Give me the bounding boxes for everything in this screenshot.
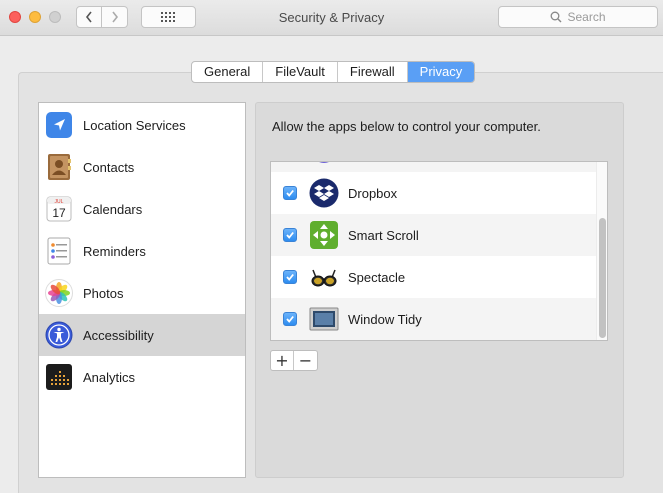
spectacle-checkbox[interactable]: [283, 270, 297, 284]
checkmark-icon: [286, 273, 294, 281]
dropbox-icon: [309, 178, 339, 208]
app-row-spectacle: Spectacle: [271, 256, 597, 298]
checkmark-icon: [286, 315, 294, 323]
photos-flower-icon: [45, 279, 73, 307]
sidebar-item-accessibility[interactable]: Accessibility: [39, 314, 245, 356]
sidebar-item-contacts[interactable]: Contacts: [39, 146, 245, 188]
calendar-month: JUL: [55, 199, 64, 205]
contacts-book-icon: [45, 153, 73, 181]
sidebar-item-label: Accessibility: [83, 327, 154, 343]
app-name: Dropbox: [348, 185, 398, 201]
sidebar-item-label: Photos: [83, 285, 124, 301]
sidebar-item-analytics[interactable]: Analytics: [39, 356, 245, 398]
title-bar: Security & Privacy Search: [0, 0, 663, 36]
sidebar-item-reminders[interactable]: Reminders: [39, 230, 245, 272]
app-row-smart-scroll: Smart Scroll: [271, 214, 597, 256]
remove-app-button[interactable]: −: [294, 351, 317, 370]
checkmark-icon: [286, 189, 294, 197]
sidebar-item-location-services[interactable]: Location Services: [39, 104, 245, 146]
chevron-right-icon: [111, 11, 118, 23]
zoom-window-button[interactable]: [49, 11, 61, 23]
smart-scroll-icon: [309, 220, 339, 250]
app-row-dropbox: Dropbox: [271, 172, 597, 214]
tab-firewall[interactable]: Firewall: [338, 62, 408, 82]
location-arrow-icon: [45, 111, 73, 139]
tab-privacy[interactable]: Privacy: [407, 62, 475, 82]
app-name: Smart Scroll: [348, 227, 419, 243]
search-placeholder: Search: [567, 10, 606, 24]
privacy-category-list: Location Services Contacts JUL 17 Calend…: [38, 102, 246, 478]
window-tidy-icon: [309, 304, 339, 334]
show-all-button[interactable]: [141, 6, 196, 28]
app-row-window-tidy: Window Tidy: [271, 298, 597, 340]
back-button[interactable]: [76, 6, 102, 28]
smart-scroll-checkbox[interactable]: [283, 228, 297, 242]
sidebar-item-label: Location Services: [83, 117, 186, 133]
dropbox-checkbox[interactable]: [283, 186, 297, 200]
calendar-day: 17: [52, 206, 66, 220]
checkmark-icon: [286, 231, 294, 239]
add-remove-controls: + −: [270, 350, 318, 371]
app-name: Spectacle: [348, 269, 406, 285]
instruction-text: Allow the apps below to control your com…: [272, 119, 541, 134]
tab-bar: General FileVault Firewall Privacy: [191, 61, 476, 83]
app-list[interactable]: Dropbox Smart Scroll Spectacle Window Ti…: [270, 161, 608, 341]
add-app-button[interactable]: +: [271, 351, 294, 370]
app-icon-partial: [319, 162, 329, 163]
tab-general[interactable]: General: [192, 62, 264, 82]
list-scrollbar[interactable]: [596, 162, 607, 340]
window-tidy-checkbox[interactable]: [283, 312, 297, 326]
spectacle-glasses-icon: [309, 262, 339, 292]
reminders-list-icon: [45, 237, 73, 265]
chevron-left-icon: [85, 11, 92, 23]
sidebar-item-label: Calendars: [83, 201, 143, 217]
tab-filevault[interactable]: FileVault: [263, 62, 338, 82]
scrollbar-thumb[interactable]: [599, 218, 606, 338]
sidebar-item-label: Contacts: [83, 159, 135, 175]
grid-icon: [160, 12, 175, 22]
sidebar-item-photos[interactable]: Photos: [39, 272, 245, 314]
analytics-grid-icon: [45, 363, 73, 391]
sidebar-item-label: Reminders: [83, 243, 146, 259]
sidebar-item-label: Analytics: [83, 369, 136, 385]
forward-button[interactable]: [102, 6, 128, 28]
search-icon: [551, 11, 562, 23]
calendar-icon: JUL 17: [45, 195, 73, 223]
accessibility-person-icon: [45, 321, 73, 349]
search-field[interactable]: Search: [498, 6, 658, 28]
app-name: Window Tidy: [348, 311, 422, 327]
sidebar-item-calendars[interactable]: JUL 17 Calendars: [39, 188, 245, 230]
list-item-partial: [271, 162, 597, 172]
close-window-button[interactable]: [9, 11, 21, 23]
window-title: Security & Privacy: [278, 10, 385, 25]
minimize-window-button[interactable]: [29, 11, 41, 23]
